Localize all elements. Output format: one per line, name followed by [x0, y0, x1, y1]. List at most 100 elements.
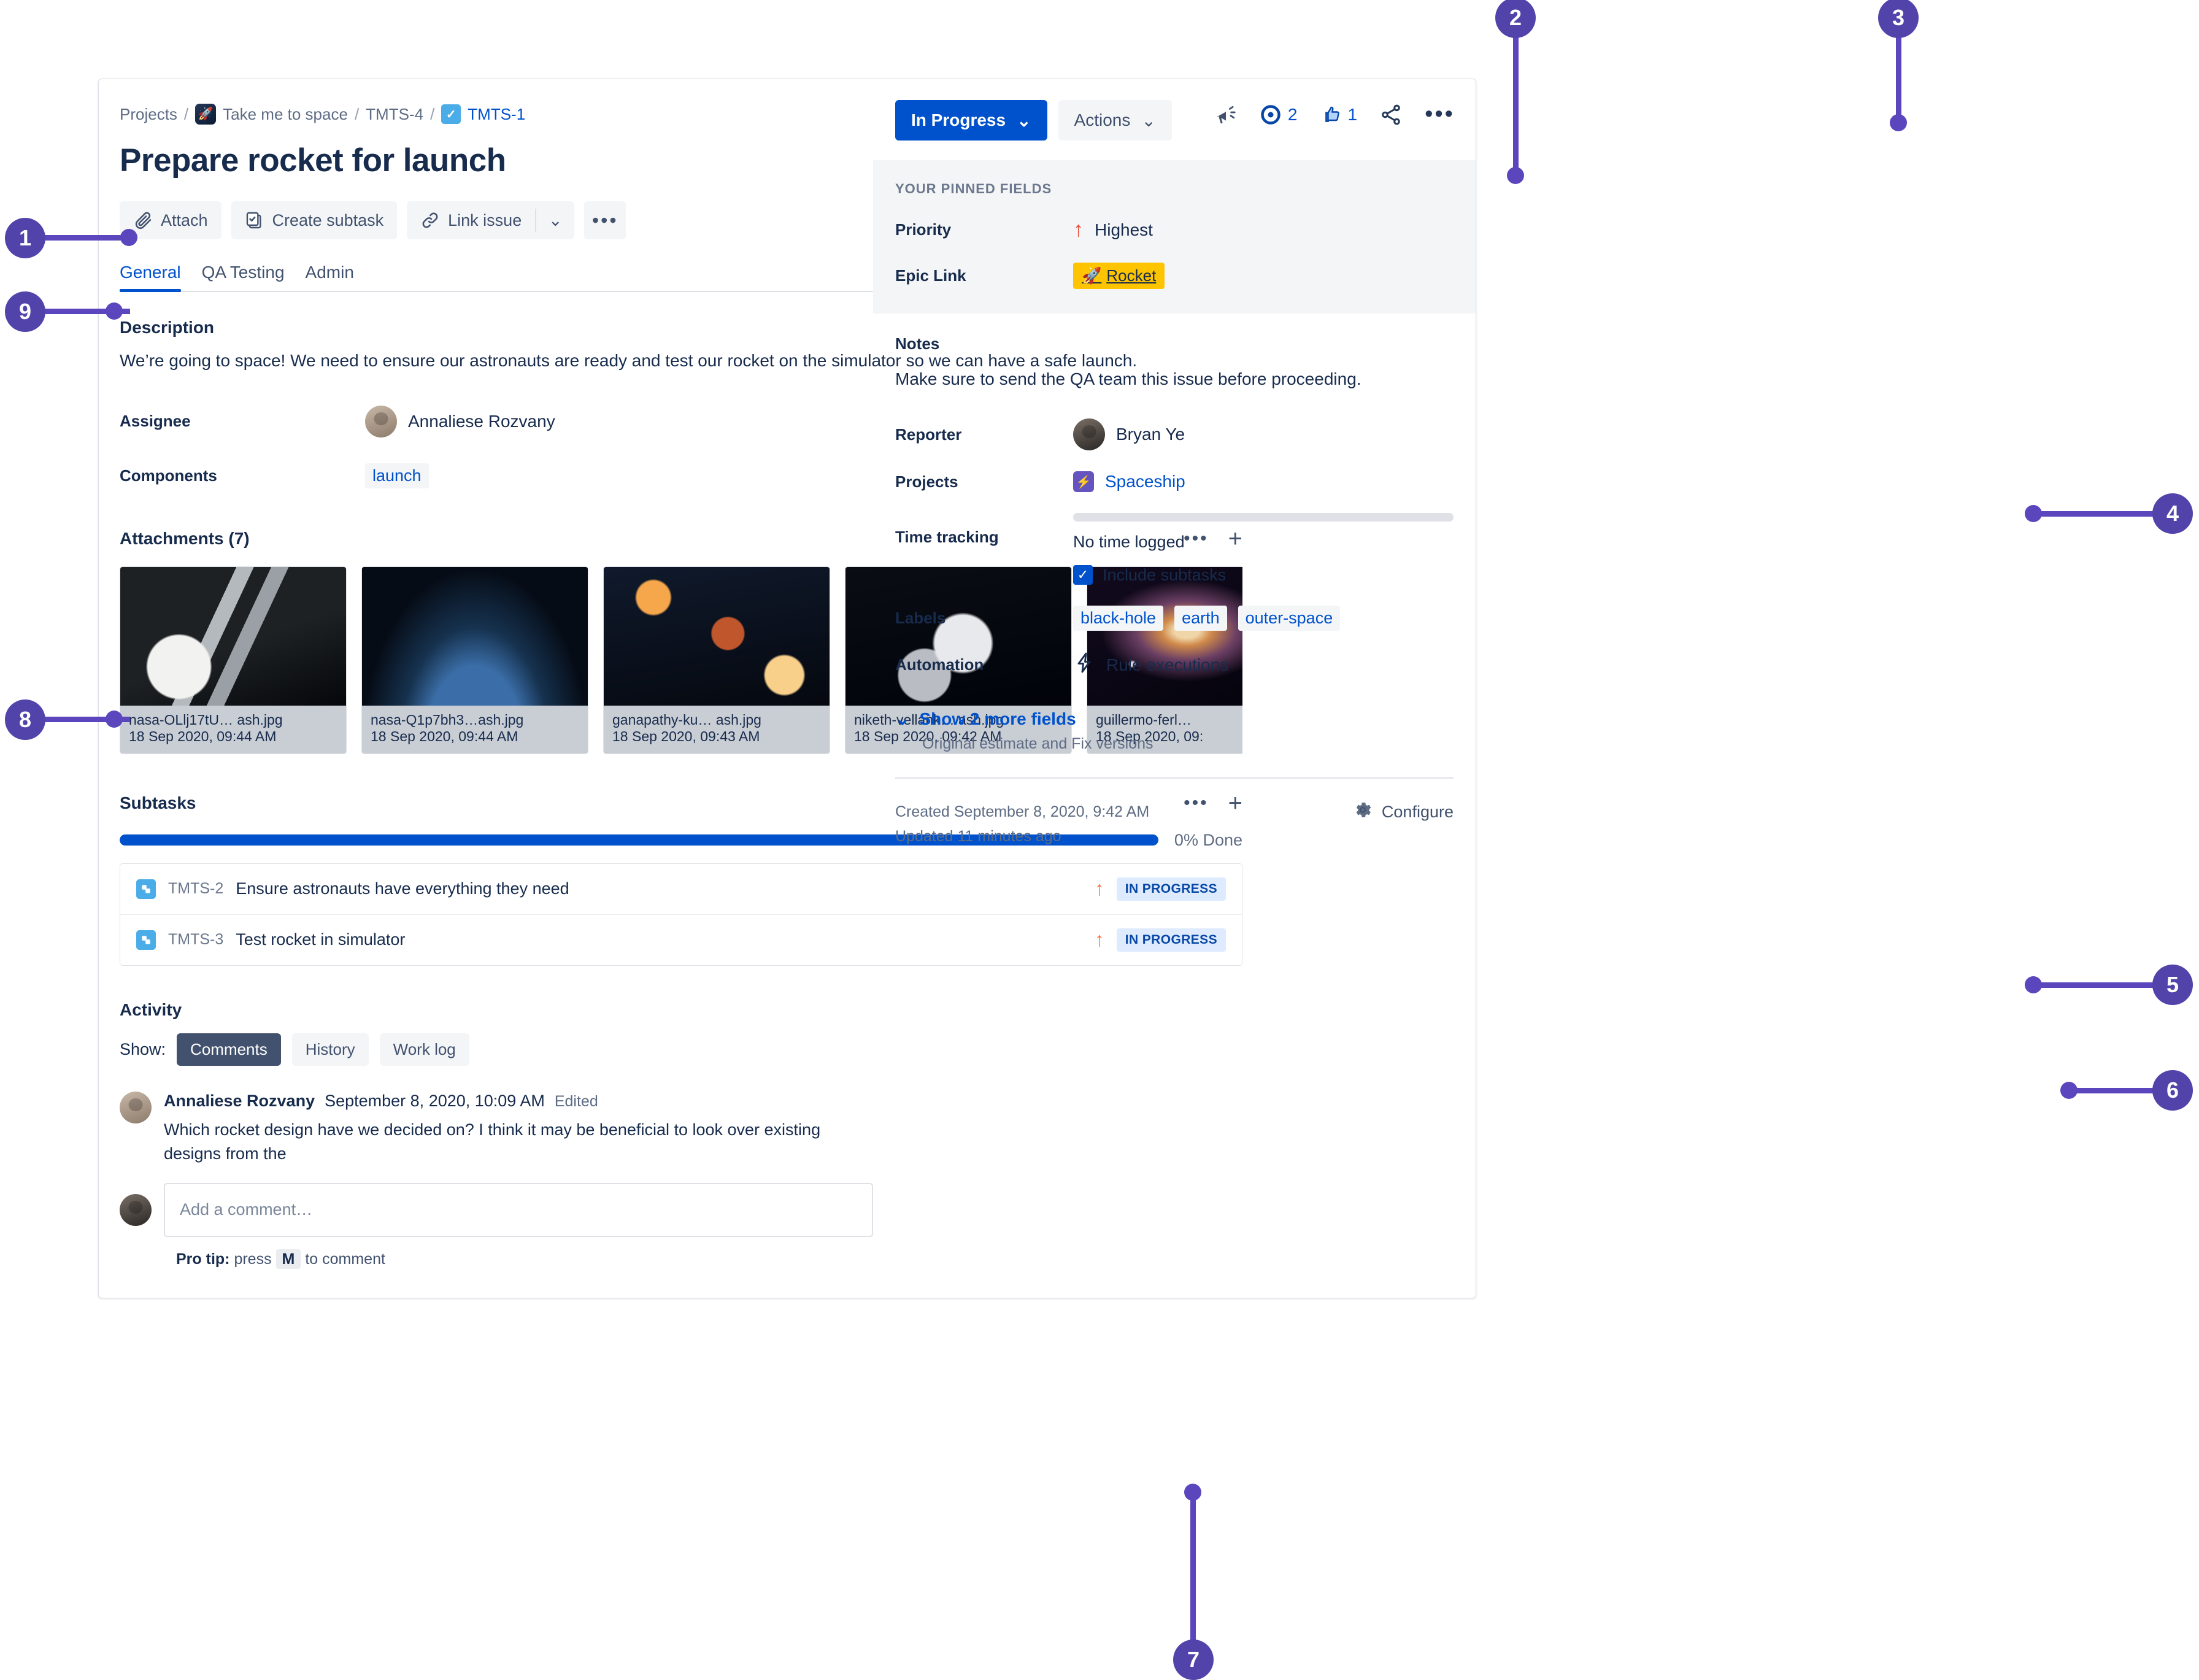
comment-item: Annaliese Rozvany September 8, 2020, 10:… [120, 1091, 873, 1166]
priority-row: Priority ↑ Highest [895, 218, 1454, 242]
breadcrumb-sep-2: / [354, 104, 360, 123]
attachment-name: nasa-OLlj17tU… ash.jpg [129, 711, 283, 728]
include-subtasks-label: Include subtasks [1103, 565, 1227, 584]
callout-line-4 [2032, 511, 2166, 517]
actions-button-label: Actions [1074, 110, 1131, 129]
reporter-row: Reporter Bryan Ye [895, 418, 1454, 450]
project-link-spaceship[interactable]: Spaceship [1105, 472, 1185, 491]
include-subtasks-checkbox[interactable]: ✓ [1073, 565, 1093, 585]
feedback-megaphone-icon[interactable] [1214, 103, 1238, 126]
comment-header: Annaliese Rozvany September 8, 2020, 10:… [164, 1092, 873, 1111]
link-issue-button[interactable]: Link issue [407, 201, 536, 239]
callout-badge-9: 9 [5, 291, 45, 332]
breadcrumb-projects[interactable]: Projects [120, 105, 177, 124]
priority-highest-icon: ↑ [1073, 218, 1084, 241]
link-issue-split-button: Link issue ⌄ [407, 201, 575, 239]
callout-dot-1 [120, 229, 137, 246]
segment-comments[interactable]: Comments [177, 1033, 281, 1066]
attachment-card[interactable]: ganapathy-ku… ash.jpg 18 Sep 2020, 09:43… [603, 566, 830, 754]
attachment-card[interactable]: nasa-OLlj17tU… ash.jpg 18 Sep 2020, 09:4… [120, 566, 347, 754]
reporter-value-group[interactable]: Bryan Ye [1073, 418, 1185, 450]
include-subtasks-row[interactable]: ✓ Include subtasks [1073, 565, 1454, 585]
breadcrumb-project-name[interactable]: Take me to space [223, 105, 348, 124]
subtask-key[interactable]: TMTS-2 [168, 880, 223, 898]
actions-button[interactable]: Actions ⌄ [1058, 100, 1172, 141]
activity-filter-row: Show: Comments History Work log [120, 1033, 873, 1066]
show-more-fields-sublabel: Original estimate and Fix versions [922, 735, 1153, 752]
toolbar-more-button[interactable]: ••• [584, 201, 626, 239]
callout-dot-8 [106, 711, 123, 728]
callout-line-7 [1190, 1491, 1196, 1663]
like-button[interactable]: 1 [1320, 104, 1358, 126]
rocket-project-icon: 🚀 [195, 104, 217, 125]
segment-work-log[interactable]: Work log [379, 1033, 469, 1066]
assignee-value-group[interactable]: Annaliese Rozvany [365, 405, 555, 437]
callout-dot-2 [1507, 167, 1524, 184]
attachment-meta: nasa-OLlj17tU… ash.jpg 18 Sep 2020, 09:4… [120, 705, 346, 753]
configure-button[interactable]: Configure [1352, 800, 1454, 825]
labels-row: Labels black-hole earth outer-space [895, 606, 1454, 631]
create-subtask-button[interactable]: Create subtask [231, 201, 398, 239]
status-button-label: In Progress [911, 110, 1006, 129]
issue-more-options-icon[interactable]: ••• [1425, 101, 1455, 128]
add-comment-input[interactable] [164, 1182, 873, 1237]
reporter-avatar [1073, 418, 1105, 450]
epic-link-label: Epic Link [895, 266, 966, 285]
assignee-label: Assignee [120, 412, 191, 431]
protip-suffix: to comment [305, 1250, 385, 1268]
attach-button-label: Attach [161, 210, 208, 229]
components-value-group: launch [365, 463, 429, 488]
epic-link-value: Rocket [1106, 266, 1157, 285]
reporter-name: Bryan Ye [1116, 425, 1185, 444]
attachment-card[interactable]: nasa-Q1p7bh3…ash.jpg 18 Sep 2020, 09:44 … [361, 566, 588, 754]
epic-link-chip[interactable]: 🚀 Rocket [1073, 263, 1165, 289]
tab-general[interactable]: General [120, 263, 181, 292]
lightning-bolt-icon [1073, 652, 1095, 678]
breadcrumb-parent-key[interactable]: TMTS-4 [366, 105, 423, 124]
components-label: Components [120, 466, 217, 485]
callout-badge-6: 6 [2152, 1070, 2193, 1111]
tab-admin[interactable]: Admin [306, 263, 354, 291]
breadcrumb-sep-3: / [430, 104, 435, 123]
priority-value-group[interactable]: ↑ Highest [1073, 218, 1153, 242]
activity-show-label: Show: [120, 1039, 166, 1058]
link-issue-caret-button[interactable]: ⌄ [536, 201, 575, 239]
like-count: 1 [1347, 104, 1358, 124]
watch-button[interactable]: 2 [1260, 104, 1298, 126]
segment-history[interactable]: History [291, 1033, 369, 1066]
comment-author-avatar [120, 1091, 152, 1123]
subtask-key[interactable]: TMTS-3 [168, 931, 223, 949]
attachment-name: nasa-Q1p7bh3…ash.jpg [371, 711, 524, 728]
priority-label: Priority [895, 220, 952, 239]
automation-value-group[interactable]: Rule executions [1073, 652, 1228, 678]
attachment-date: 18 Sep 2020, 09:44 AM [371, 728, 518, 744]
comment-body: Annaliese Rozvany September 8, 2020, 10:… [164, 1092, 873, 1166]
share-icon[interactable] [1379, 103, 1403, 126]
breadcrumb: Projects / 🚀 Take me to space / TMTS-4 /… [120, 104, 873, 125]
status-button[interactable]: In Progress ⌄ [895, 100, 1047, 141]
component-chip-launch[interactable]: launch [365, 463, 429, 488]
callout-badge-5: 5 [2152, 965, 2193, 1005]
callout-badge-3: 3 [1878, 0, 1919, 38]
breadcrumb-issue-key[interactable]: TMTS-1 [468, 105, 525, 124]
epic-link-row: Epic Link 🚀 Rocket [895, 263, 1454, 289]
label-chip-outer-space[interactable]: outer-space [1238, 606, 1341, 631]
chevron-down-icon: ⌄ [895, 709, 910, 728]
comment-author-name[interactable]: Annaliese Rozvany [164, 1092, 315, 1111]
side-panel-divider [895, 777, 1454, 779]
show-more-fields-link[interactable]: ⌄ Show 2 more fields [895, 709, 1454, 729]
time-tracking-value-group: No time logged ✓ Include subtasks [1073, 513, 1454, 585]
time-tracking-bar[interactable] [1073, 513, 1454, 522]
side-fields-section: Notes Make sure to send the QA team this… [873, 314, 1476, 678]
tab-qa-testing[interactable]: QA Testing [202, 263, 285, 291]
activity-heading: Activity [120, 1000, 182, 1019]
callout-line-1 [44, 235, 130, 241]
protip-key: M [275, 1249, 301, 1269]
label-chip-black-hole[interactable]: black-hole [1073, 606, 1164, 631]
callout-badge-7: 7 [1173, 1640, 1214, 1680]
label-chip-earth[interactable]: earth [1174, 606, 1227, 631]
callout-dot-5 [2025, 976, 2042, 993]
issue-action-toolbar: Attach Create subtask Link issue ⌄ ••• [120, 201, 873, 239]
notes-text: Make sure to send the QA team this issue… [895, 369, 1361, 388]
side-panel-footer: Created September 8, 2020, 9:42 AM Updat… [873, 800, 1476, 849]
